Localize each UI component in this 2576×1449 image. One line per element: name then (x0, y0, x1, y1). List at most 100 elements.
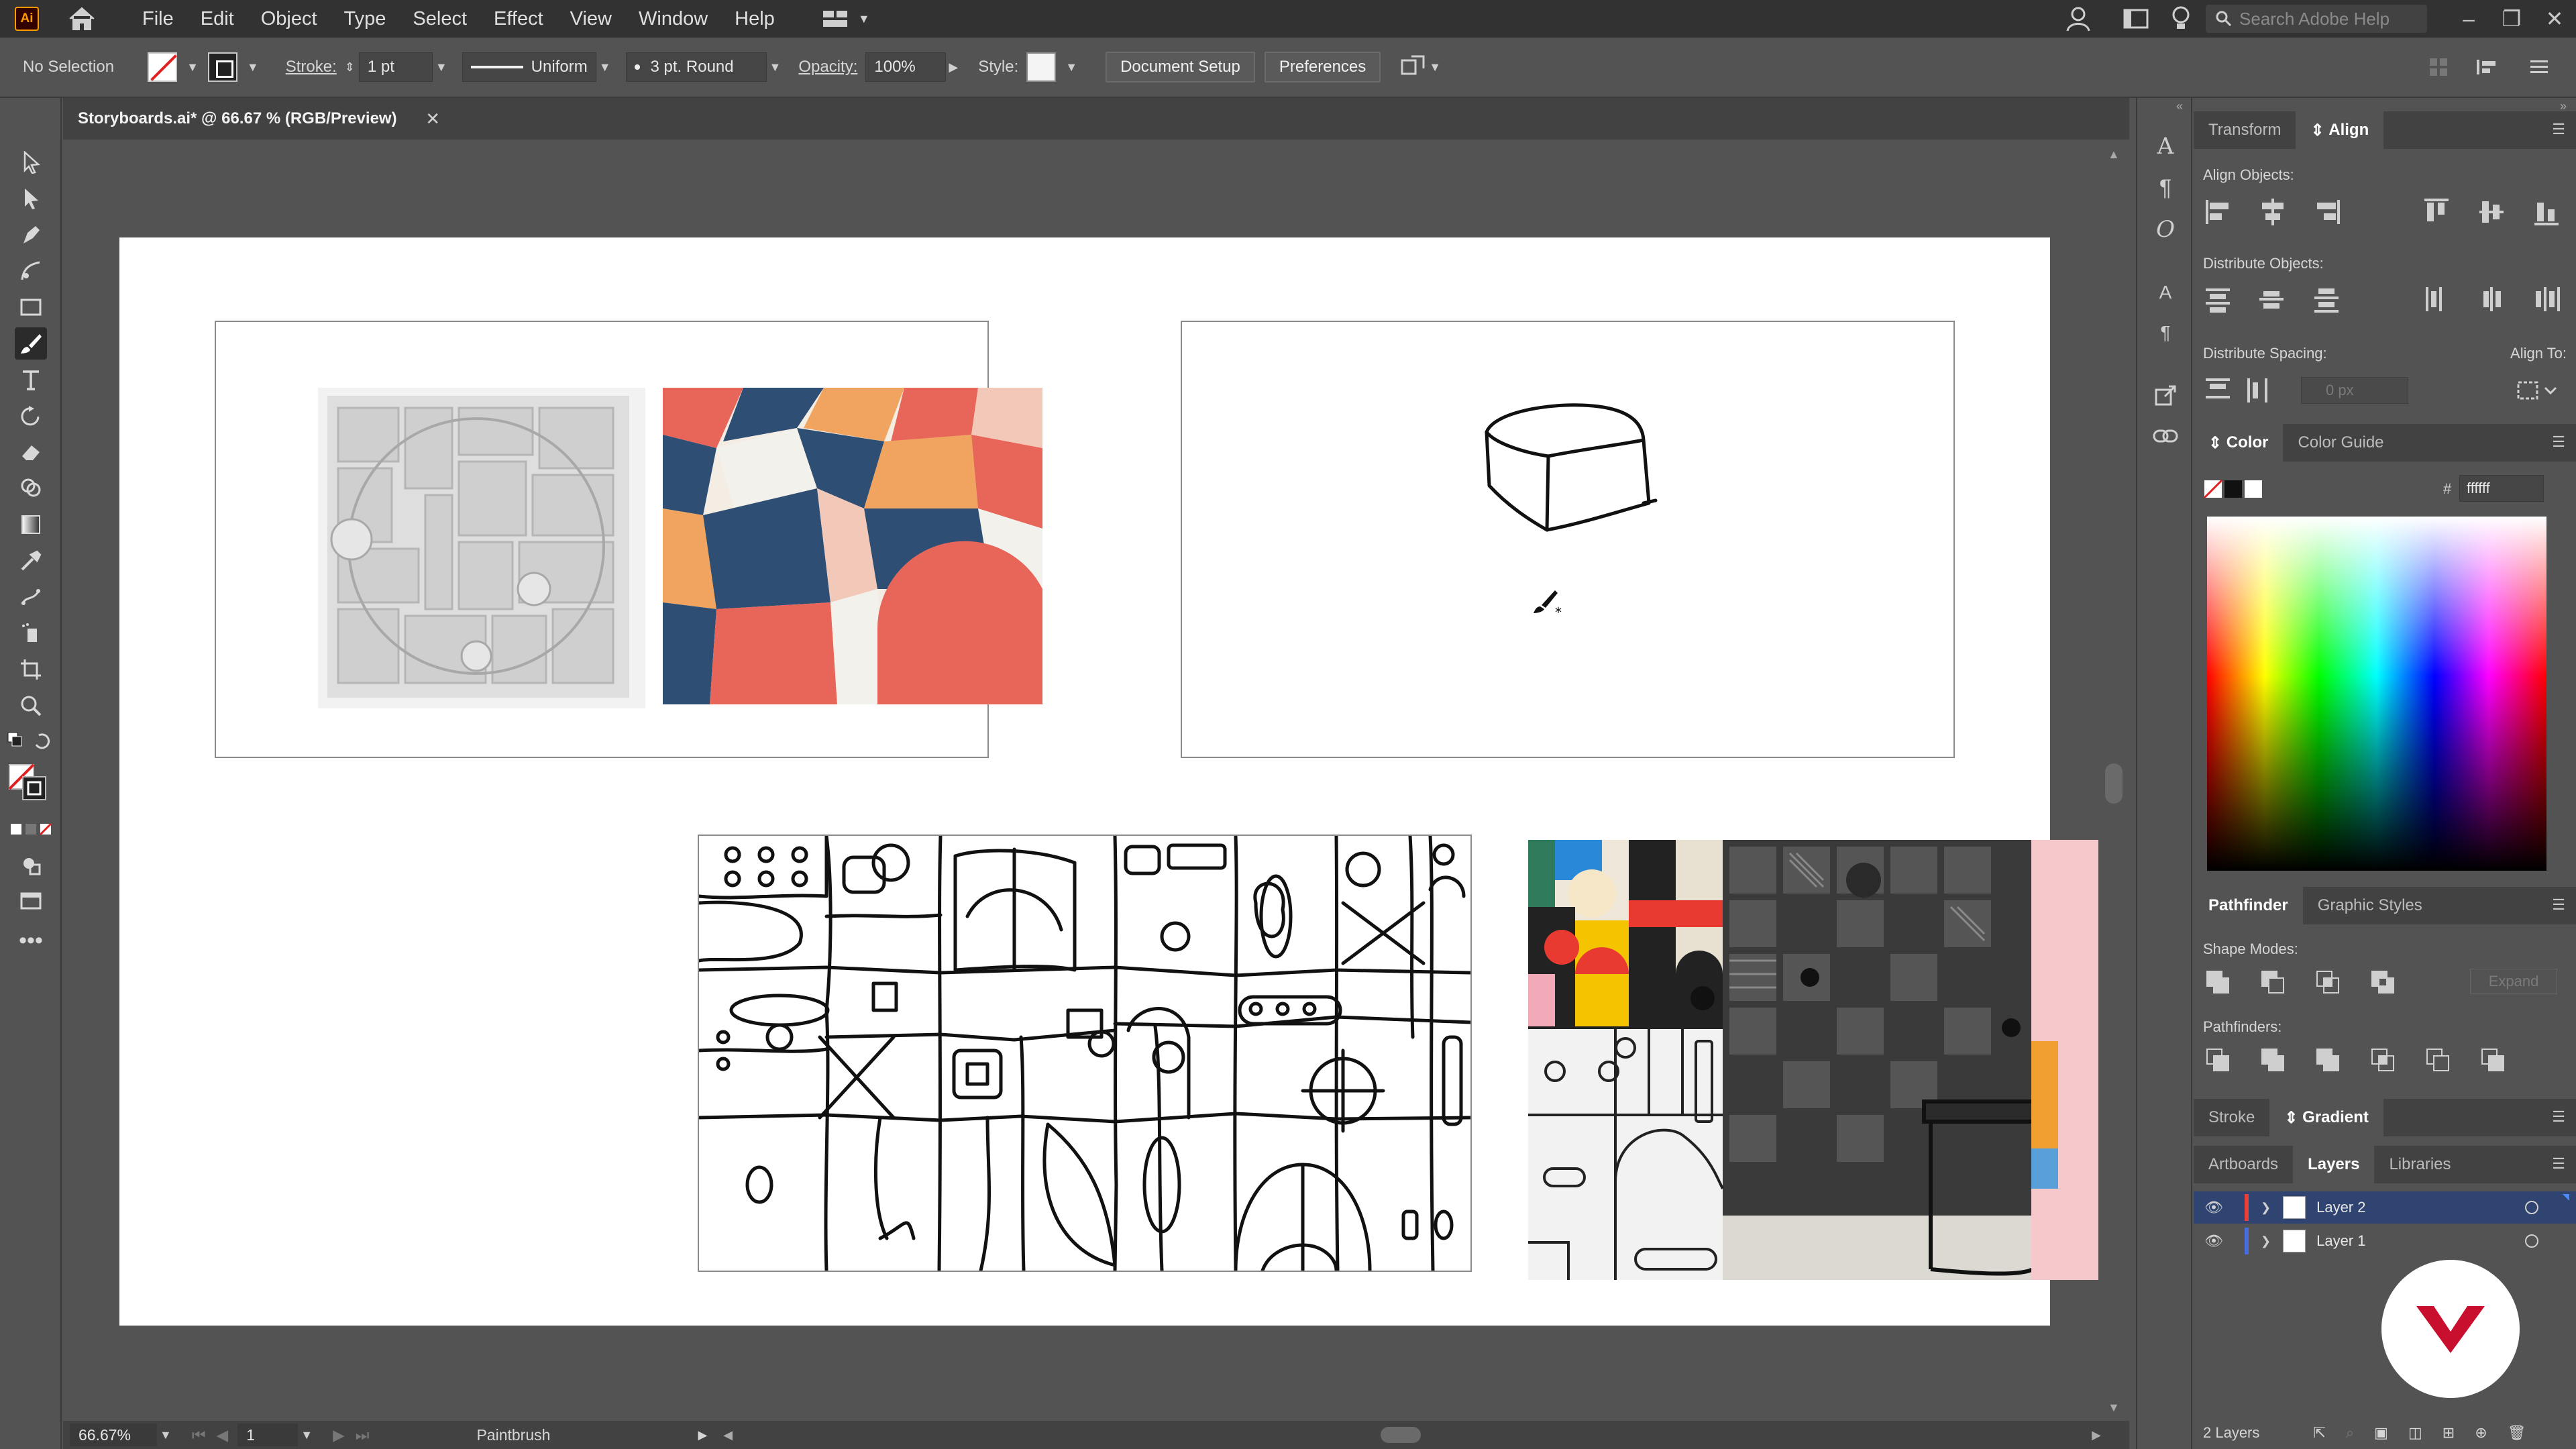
arrange-documents-icon[interactable] (2123, 7, 2149, 31)
chevron-down-icon[interactable]: ▼ (1429, 60, 1441, 74)
artboard[interactable]: * (119, 237, 2098, 1326)
rotate-tool-icon[interactable] (15, 400, 47, 432)
screen-mode-icon[interactable] (15, 885, 47, 918)
home-icon[interactable] (67, 5, 97, 32)
canvas[interactable]: * (63, 140, 2129, 1421)
minimize-icon[interactable]: – (2447, 7, 2490, 32)
panel-menu-icon[interactable] (2529, 57, 2549, 77)
opacity-label[interactable]: Opacity: (798, 58, 857, 76)
menu-type[interactable]: Type (331, 8, 400, 30)
paragraph-icon[interactable]: ¶ (2149, 172, 2182, 204)
pen-tool-icon[interactable] (15, 219, 47, 251)
line-art-pattern-drawing[interactable] (699, 836, 1470, 1271)
scrollbar-thumb[interactable] (2105, 763, 2123, 804)
transform-grid-icon[interactable] (2428, 57, 2449, 77)
search-input[interactable]: Search Adobe Help (2206, 5, 2427, 33)
layer-row-2[interactable]: 👁 ❯ Layer 2 (2194, 1191, 2576, 1224)
colorful-tiles-photo[interactable] (663, 388, 1042, 704)
close-window-icon[interactable]: ✕ (2533, 6, 2576, 32)
symbol-sprayer-tool-icon[interactable] (15, 617, 47, 649)
document-tab[interactable]: Storyboards.ai* @ 66.67 % (RGB/Preview) … (63, 98, 456, 140)
fill-stroke-swatches[interactable] (7, 762, 54, 802)
prev-artboard-icon[interactable]: ◀ (217, 1426, 229, 1444)
collect-export-icon[interactable]: ▣ (2374, 1424, 2388, 1442)
paragraph-styles-icon[interactable]: ¶ (2149, 317, 2182, 349)
draw-mode-icon[interactable] (15, 849, 47, 881)
layer-row-1[interactable]: 👁 ❯ Layer 1 (2194, 1225, 2576, 1257)
search-layer-icon[interactable]: ⌕ (2346, 1424, 2354, 1442)
clipping-mask-icon[interactable]: ◫ (2408, 1424, 2422, 1442)
next-artboard-icon[interactable]: ▶ (333, 1426, 345, 1444)
character-icon[interactable]: A (2149, 130, 2182, 162)
menu-edit[interactable]: Edit (187, 8, 248, 30)
panel-menu-icon[interactable]: ☰ (2552, 1108, 2565, 1126)
menu-window[interactable]: Window (625, 8, 721, 30)
tab-artboards[interactable]: Artboards (2194, 1155, 2293, 1174)
new-layer-icon[interactable]: ⊕ (2475, 1424, 2487, 1442)
chevron-down-icon[interactable]: ▼ (160, 1428, 172, 1442)
chevron-down-icon[interactable]: ▼ (247, 60, 259, 74)
eraser-tool-icon[interactable] (15, 436, 47, 468)
target-circle-icon[interactable] (2525, 1201, 2538, 1214)
pathfinders-icons[interactable] (2204, 1046, 2567, 1073)
shape-builder-tool-icon[interactable] (15, 472, 47, 504)
workspace-switcher[interactable]: ▼ (822, 8, 879, 30)
chevron-down-icon[interactable]: ▼ (435, 60, 447, 74)
more-tools-icon[interactable]: ••• (15, 924, 47, 957)
new-sublayer-icon[interactable]: ⊞ (2443, 1424, 2455, 1442)
export-layer-icon[interactable]: ⇱ (2313, 1424, 2325, 1442)
close-icon[interactable]: ✕ (425, 109, 440, 129)
layer-name[interactable]: Layer 2 (2316, 1199, 2365, 1216)
status-menu-icon[interactable]: ▶ (698, 1428, 707, 1442)
layer-name[interactable]: Layer 1 (2316, 1232, 2365, 1250)
collapse-panels-icon[interactable]: « (2176, 99, 2183, 113)
tab-align[interactable]: ⇕ Align (2296, 111, 2384, 149)
stepper-icon[interactable]: ⇕ (345, 60, 355, 74)
panel-menu-icon[interactable]: ☰ (2552, 1155, 2565, 1173)
last-artboard-icon[interactable]: ⏭ (356, 1426, 370, 1444)
lightbulb-icon[interactable] (2169, 5, 2192, 33)
stroke-label[interactable]: Stroke: (286, 58, 337, 76)
chevron-right-icon[interactable]: ❯ (2261, 1201, 2271, 1215)
chevron-down-icon[interactable]: ▼ (301, 1428, 313, 1442)
scroll-up-icon[interactable]: ▲ (2108, 148, 2120, 162)
eye-icon[interactable]: 👁 (2204, 1199, 2231, 1216)
color-spectrum[interactable] (2207, 517, 2546, 871)
type-tool-icon[interactable] (15, 364, 47, 396)
color-swatches-icons[interactable] (2203, 478, 2263, 500)
scroll-right-icon[interactable]: ▶ (2092, 1428, 2101, 1442)
zoom-tool-icon[interactable] (15, 690, 47, 722)
stroke-swatch[interactable] (207, 52, 237, 82)
chevron-right-icon[interactable]: ▶ (949, 60, 958, 74)
artboard-number-field[interactable]: 1 (237, 1424, 299, 1446)
panel-menu-icon[interactable]: ☰ (2552, 121, 2565, 138)
puppet-warp-tool-icon[interactable] (15, 581, 47, 613)
tab-libraries[interactable]: Libraries (2374, 1155, 2465, 1174)
default-colors-icon[interactable] (4, 726, 58, 758)
target-circle-icon[interactable] (2525, 1234, 2538, 1248)
opacity-field[interactable]: 100% (865, 52, 947, 82)
tab-color[interactable]: ⇕ Color (2194, 424, 2284, 462)
scroll-left-icon[interactable]: ◀ (723, 1428, 733, 1442)
curvature-tool-icon[interactable] (15, 255, 47, 287)
tab-layers[interactable]: Layers (2293, 1146, 2375, 1183)
align-options-icon[interactable] (2475, 57, 2502, 77)
tab-transform[interactable]: Transform (2194, 121, 2296, 140)
eye-icon[interactable]: 👁 (2204, 1232, 2231, 1250)
tab-gradient[interactable]: ⇕ Gradient (2269, 1099, 2383, 1136)
character-styles-icon[interactable]: A (2149, 276, 2182, 309)
zoom-field[interactable]: 66.67% (70, 1424, 157, 1446)
chevron-down-icon[interactable]: ▼ (599, 60, 611, 74)
opentype-icon[interactable]: O (2149, 213, 2182, 246)
distribute-spacing-icons[interactable] (2204, 376, 2285, 405)
tab-stroke[interactable]: Stroke (2194, 1108, 2269, 1127)
delete-layer-icon[interactable]: 🗑 (2508, 1424, 2526, 1442)
chevron-down-icon[interactable]: ▼ (1065, 60, 1077, 74)
preferences-button[interactable]: Preferences (1264, 52, 1381, 83)
direct-selection-tool-icon[interactable] (15, 182, 47, 215)
scroll-down-icon[interactable]: ▼ (2108, 1401, 2120, 1415)
tab-graphic-styles[interactable]: Graphic Styles (2303, 896, 2437, 915)
menu-help[interactable]: Help (721, 8, 788, 30)
paintbrush-tool-icon[interactable] (15, 327, 47, 360)
chevron-right-icon[interactable]: ❯ (2261, 1234, 2271, 1248)
